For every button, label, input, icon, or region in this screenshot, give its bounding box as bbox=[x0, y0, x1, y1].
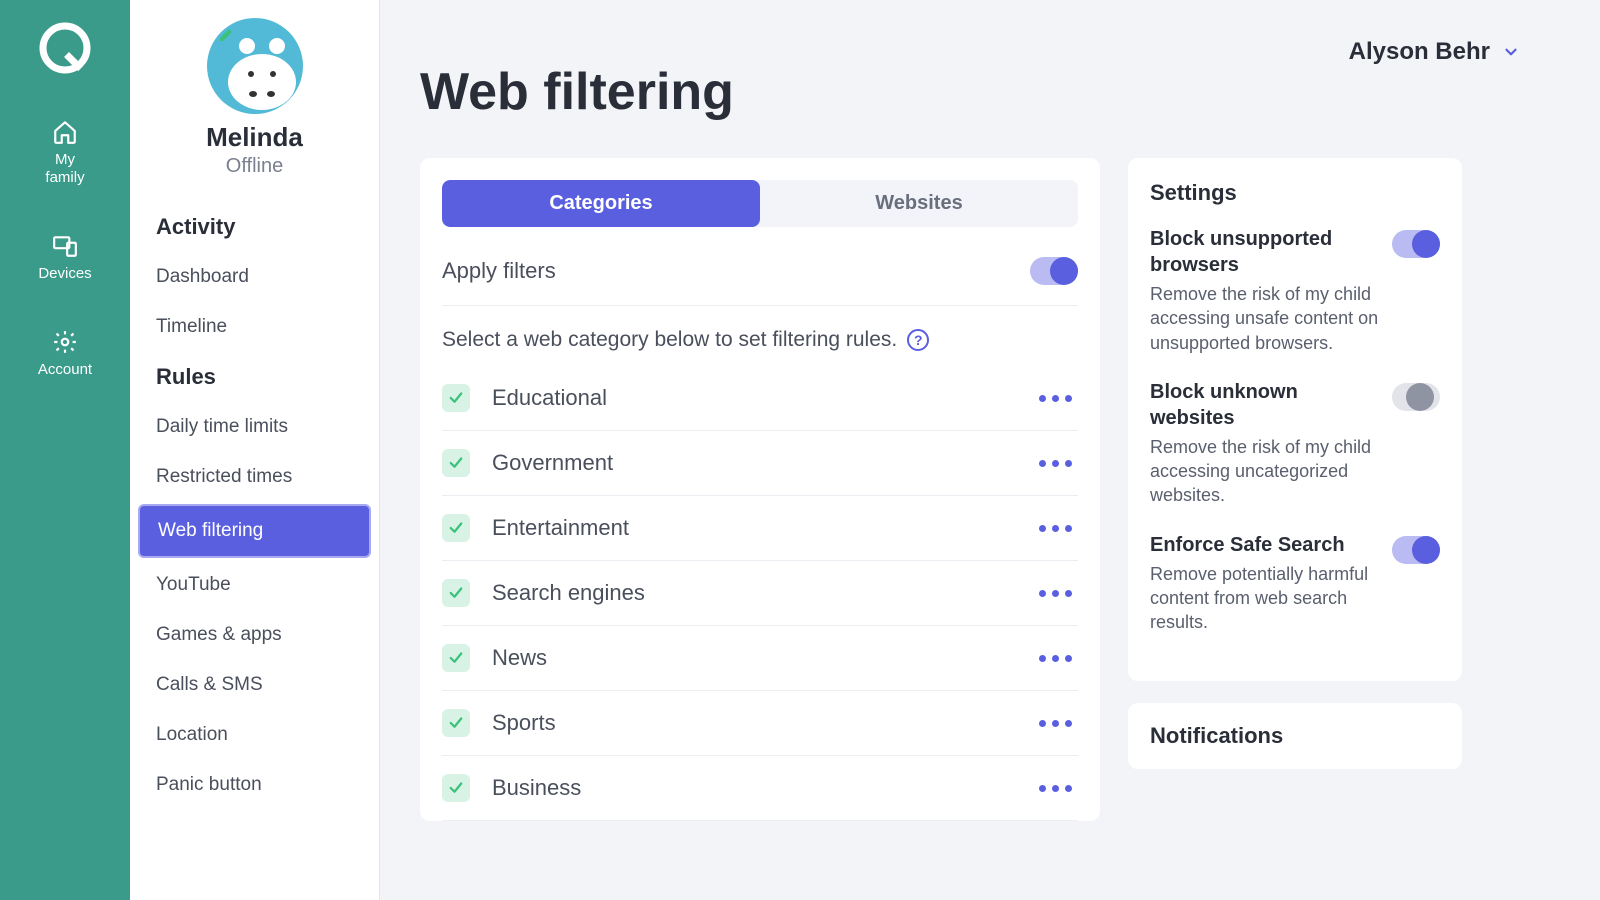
setting-item: Block unsupported browsers Remove the ri… bbox=[1150, 226, 1440, 355]
category-more-icon[interactable] bbox=[1033, 649, 1078, 668]
help-icon[interactable]: ? bbox=[907, 329, 929, 351]
tabs: Categories Websites bbox=[442, 180, 1078, 227]
category-check-icon bbox=[442, 644, 470, 672]
setting-description: Remove the risk of my child accessing un… bbox=[1150, 282, 1382, 355]
gear-icon bbox=[52, 329, 78, 355]
profile-name: Melinda bbox=[206, 122, 303, 153]
rail-item-devices[interactable]: Devices bbox=[38, 225, 91, 291]
rail-item-label: Devices bbox=[38, 265, 91, 283]
category-check-icon bbox=[442, 449, 470, 477]
categories-list: Educational Government Entertainment Sea… bbox=[442, 366, 1078, 821]
setting-toggle[interactable] bbox=[1392, 230, 1440, 258]
apply-filters-toggle[interactable] bbox=[1030, 257, 1078, 285]
nav-item-games-apps[interactable]: Games & apps bbox=[130, 610, 379, 660]
category-more-icon[interactable] bbox=[1033, 714, 1078, 733]
category-more-icon[interactable] bbox=[1033, 389, 1078, 408]
category-row[interactable]: News bbox=[442, 626, 1078, 691]
chevron-down-icon bbox=[1502, 43, 1520, 61]
home-icon bbox=[52, 119, 78, 145]
nav-heading-activity: Activity bbox=[130, 202, 379, 252]
app-logo bbox=[37, 20, 93, 81]
rail-item-my-family[interactable]: My family bbox=[45, 111, 84, 195]
user-menu-name: Alyson Behr bbox=[1349, 38, 1490, 66]
category-row[interactable]: Educational bbox=[442, 366, 1078, 431]
devices-icon bbox=[52, 233, 78, 259]
setting-item: Enforce Safe Search Remove potentially h… bbox=[1150, 532, 1440, 635]
nav-item-restricted-times[interactable]: Restricted times bbox=[130, 452, 379, 502]
category-name: Entertainment bbox=[492, 515, 629, 541]
category-check-icon bbox=[442, 774, 470, 802]
apply-filters-label: Apply filters bbox=[442, 258, 556, 284]
rail-item-account[interactable]: Account bbox=[38, 321, 92, 387]
category-name: Search engines bbox=[492, 580, 645, 606]
nav-heading-rules: Rules bbox=[130, 352, 379, 402]
sidebar-nav: Activity Dashboard Timeline Rules Daily … bbox=[130, 192, 379, 810]
category-row[interactable]: Entertainment bbox=[442, 496, 1078, 561]
nav-item-dashboard[interactable]: Dashboard bbox=[130, 252, 379, 302]
user-menu[interactable]: Alyson Behr bbox=[1349, 38, 1520, 66]
category-row[interactable]: Search engines bbox=[442, 561, 1078, 626]
help-text: Select a web category below to set filte… bbox=[442, 328, 897, 352]
category-check-icon bbox=[442, 384, 470, 412]
tab-categories[interactable]: Categories bbox=[442, 180, 760, 227]
main-content: Web filtering Alyson Behr Categories Web… bbox=[380, 0, 1600, 900]
rail-item-label: My family bbox=[45, 151, 84, 187]
settings-card: Settings Block unsupported browsers Remo… bbox=[1128, 158, 1462, 681]
category-more-icon[interactable] bbox=[1033, 584, 1078, 603]
notifications-heading: Notifications bbox=[1150, 723, 1440, 749]
category-more-icon[interactable] bbox=[1033, 779, 1078, 798]
category-name: News bbox=[492, 645, 547, 671]
sidebar: Melinda Offline Activity Dashboard Timel… bbox=[130, 0, 380, 900]
left-rail: My family Devices Account bbox=[0, 0, 130, 900]
category-check-icon bbox=[442, 514, 470, 542]
nav-item-timeline[interactable]: Timeline bbox=[130, 302, 379, 352]
nav-item-location[interactable]: Location bbox=[130, 710, 379, 760]
categories-card: Categories Websites Apply filters Select… bbox=[420, 158, 1100, 821]
setting-toggle[interactable] bbox=[1392, 536, 1440, 564]
avatar[interactable] bbox=[207, 18, 303, 114]
category-check-icon bbox=[442, 579, 470, 607]
setting-item: Block unknown websites Remove the risk o… bbox=[1150, 379, 1440, 508]
category-name: Sports bbox=[492, 710, 556, 736]
nav-item-calls-sms[interactable]: Calls & SMS bbox=[130, 660, 379, 710]
category-more-icon[interactable] bbox=[1033, 454, 1078, 473]
setting-description: Remove potentially harmful content from … bbox=[1150, 562, 1382, 635]
category-check-icon bbox=[442, 709, 470, 737]
category-row[interactable]: Government bbox=[442, 431, 1078, 496]
tab-websites[interactable]: Websites bbox=[760, 180, 1078, 227]
setting-description: Remove the risk of my child accessing un… bbox=[1150, 435, 1382, 508]
category-row[interactable]: Business bbox=[442, 756, 1078, 821]
setting-title: Block unknown websites bbox=[1150, 379, 1382, 431]
category-name: Educational bbox=[492, 385, 607, 411]
nav-item-panic-button[interactable]: Panic button bbox=[130, 760, 379, 810]
nav-item-web-filtering[interactable]: Web filtering bbox=[138, 504, 371, 558]
settings-list: Block unsupported browsers Remove the ri… bbox=[1150, 226, 1440, 635]
profile-status: Offline bbox=[226, 155, 283, 178]
edit-icon[interactable] bbox=[217, 24, 237, 44]
category-row[interactable]: Sports bbox=[442, 691, 1078, 756]
page-title: Web filtering bbox=[420, 62, 734, 122]
category-name: Business bbox=[492, 775, 581, 801]
setting-toggle[interactable] bbox=[1392, 383, 1440, 411]
rail-item-label: Account bbox=[38, 361, 92, 379]
category-name: Government bbox=[492, 450, 613, 476]
profile-block: Melinda Offline bbox=[130, 0, 379, 192]
setting-title: Block unsupported browsers bbox=[1150, 226, 1382, 278]
notifications-card: Notifications bbox=[1128, 703, 1462, 769]
right-column: Settings Block unsupported browsers Remo… bbox=[1128, 158, 1462, 821]
help-row: Select a web category below to set filte… bbox=[442, 306, 1078, 366]
apply-filters-row: Apply filters bbox=[442, 251, 1078, 306]
setting-title: Enforce Safe Search bbox=[1150, 532, 1382, 558]
category-more-icon[interactable] bbox=[1033, 519, 1078, 538]
nav-item-youtube[interactable]: YouTube bbox=[130, 560, 379, 610]
nav-item-daily-time-limits[interactable]: Daily time limits bbox=[130, 402, 379, 452]
settings-heading: Settings bbox=[1150, 180, 1440, 206]
